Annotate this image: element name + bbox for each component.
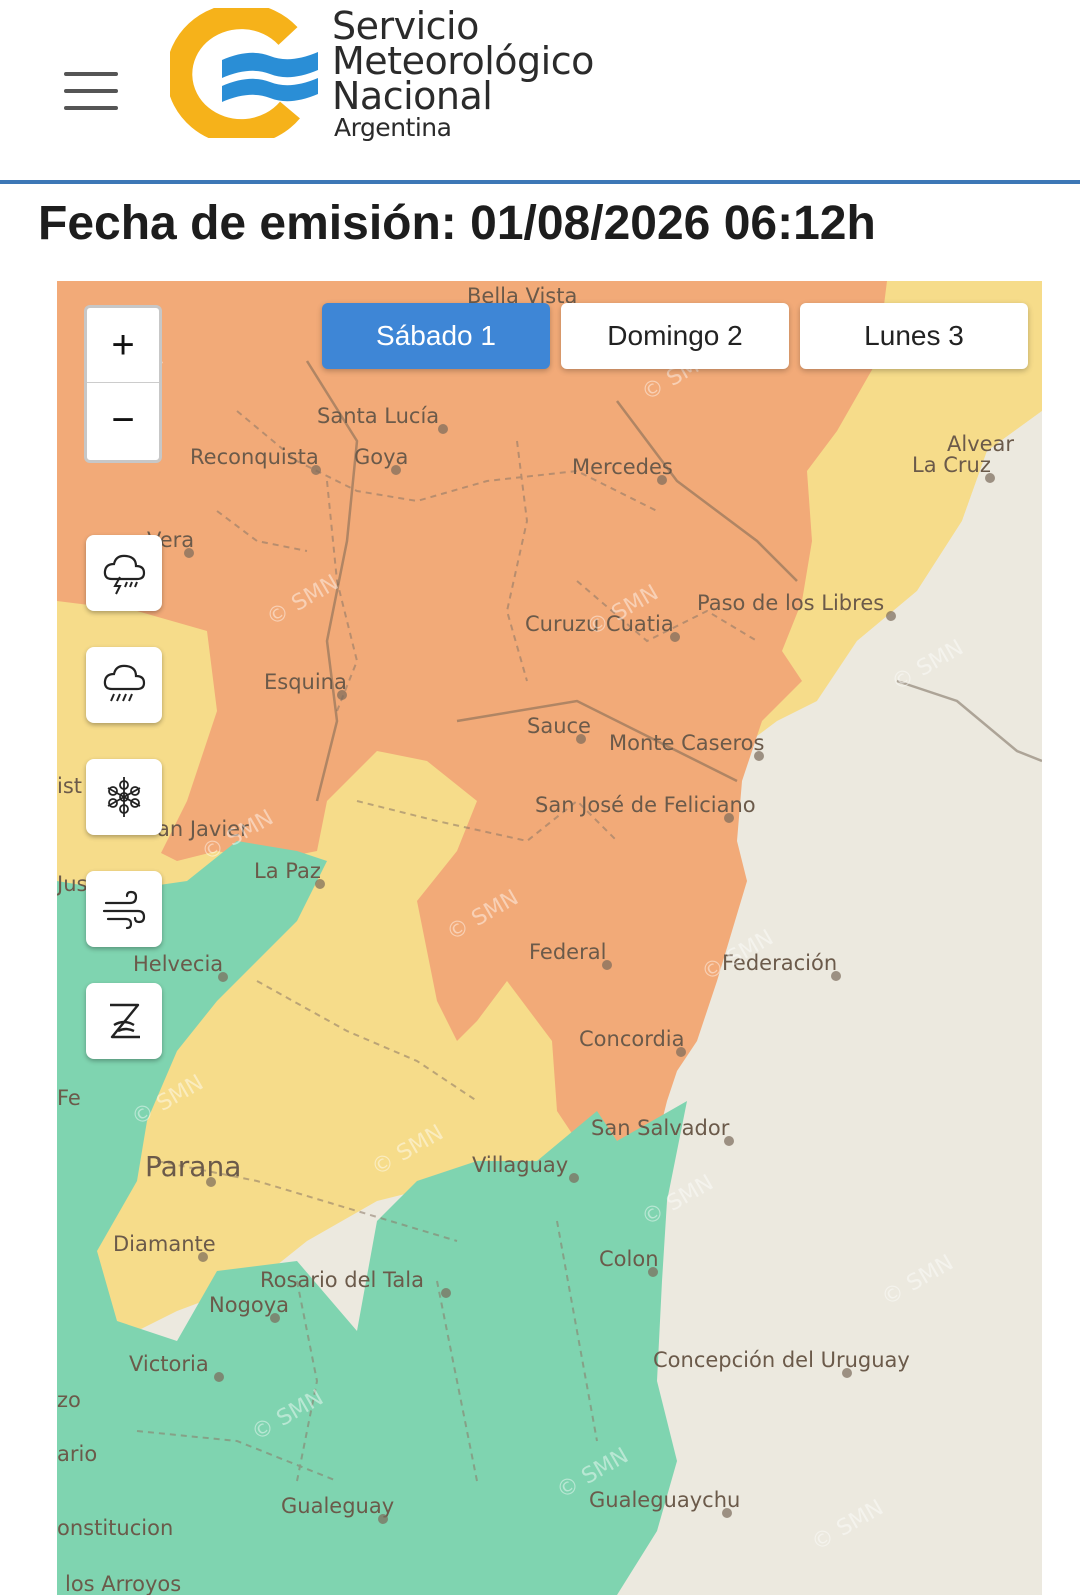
map-label: Rosario del Tala [260,1268,424,1292]
city-marker [831,971,841,981]
wind-icon [102,890,146,930]
map-label: La Cruz [912,453,991,477]
city-marker [315,879,325,889]
map-label: Helvecia [133,952,223,976]
city-marker [218,972,228,982]
city-marker [886,611,896,621]
logo-text-line-4: Argentina [334,113,452,142]
thunderstorm-icon [103,554,146,595]
logo-text-line-3: Nacional [332,74,493,118]
map-label: Gualeguaychu [589,1488,740,1512]
city-marker [657,475,667,485]
map-label: Concordia [579,1027,685,1051]
map-label: Victoria [129,1352,209,1376]
thunderstorm-layer-button[interactable] [86,535,162,611]
tab-day-3[interactable]: Lunes 3 [800,303,1028,369]
rain-layer-button[interactable] [86,647,162,723]
smn-logo-icon[interactable] [170,8,320,138]
snow-icon [107,777,141,817]
map-label: Concepción del Uruguay [653,1348,910,1372]
city-marker [676,1047,686,1057]
city-marker [724,1136,734,1146]
city-marker [985,473,995,483]
city-marker [576,734,586,744]
map-label: Goya [354,445,408,469]
city-marker [198,1252,208,1262]
city-marker [724,813,734,823]
zoom-control: + − [84,305,162,463]
city-marker [391,465,401,475]
city-marker [311,465,321,475]
tab-day-2[interactable]: Domingo 2 [561,303,789,369]
map-label: Mercedes [572,455,673,479]
map-label: Reconquista [190,445,319,469]
city-marker [722,1508,732,1518]
map-label: Nogoya [209,1293,289,1317]
map-label: Jus [57,872,87,896]
hamburger-menu-icon[interactable] [64,72,120,112]
city-marker [206,1177,216,1187]
city-marker [438,424,448,434]
map-label: Fe [57,1086,81,1110]
city-marker [270,1313,280,1323]
map-label: onstitucion [57,1516,173,1540]
map-label: Paso de los Libres [697,591,884,615]
map-label: Gualeguay [281,1494,394,1518]
city-marker [214,1372,224,1382]
map-label: zo [57,1388,81,1412]
map-label: La Paz [254,859,321,883]
map-label: los Arroyos [65,1572,181,1595]
map-label: ario [57,1442,97,1466]
zonda-icon [110,1003,140,1039]
map-label: Monte Caseros [609,731,764,755]
city-marker [602,960,612,970]
city-marker [670,632,680,642]
alert-map[interactable]: Bella Vista Santa Lucía Reconquista Goya Mer… [57,281,1042,1595]
city-marker [648,1267,658,1277]
city-marker [569,1173,579,1183]
city-marker [754,751,764,761]
alert-map-canvas[interactable]: Bella VistaSanta LucíaReconquista Goya Mer… [57,281,1042,1595]
tab-day-1[interactable]: Sábado 1 [322,303,550,369]
zonda-layer-button[interactable] [86,983,162,1059]
snow-layer-button[interactable] [86,759,162,835]
map-label: Colon [599,1247,659,1271]
issue-date-heading: Fecha de emisión: 01/08/2026 06:12h [38,197,876,250]
map-label: Villaguay [472,1153,568,1177]
zoom-in-button[interactable]: + [87,308,159,383]
city-marker [184,548,194,558]
rain-icon [103,664,146,702]
map-label: ist [57,774,82,798]
map-label: Parana [145,1150,241,1183]
map-label: Santa Lucía [317,404,439,428]
city-marker [441,1288,451,1298]
map-label: San José de Feliciano [535,793,756,817]
map-label: Federal [529,940,606,964]
map-label: San Salvador [591,1116,730,1140]
site-header: Servicio Meteorológico Nacional Argentin… [0,0,1080,184]
city-marker [378,1514,388,1524]
map-label: Esquina [264,670,347,694]
city-marker [337,690,347,700]
wind-layer-button[interactable] [86,871,162,947]
zoom-out-button[interactable]: − [87,383,159,457]
map-label: Diamante [113,1232,216,1256]
city-marker [842,1368,852,1378]
